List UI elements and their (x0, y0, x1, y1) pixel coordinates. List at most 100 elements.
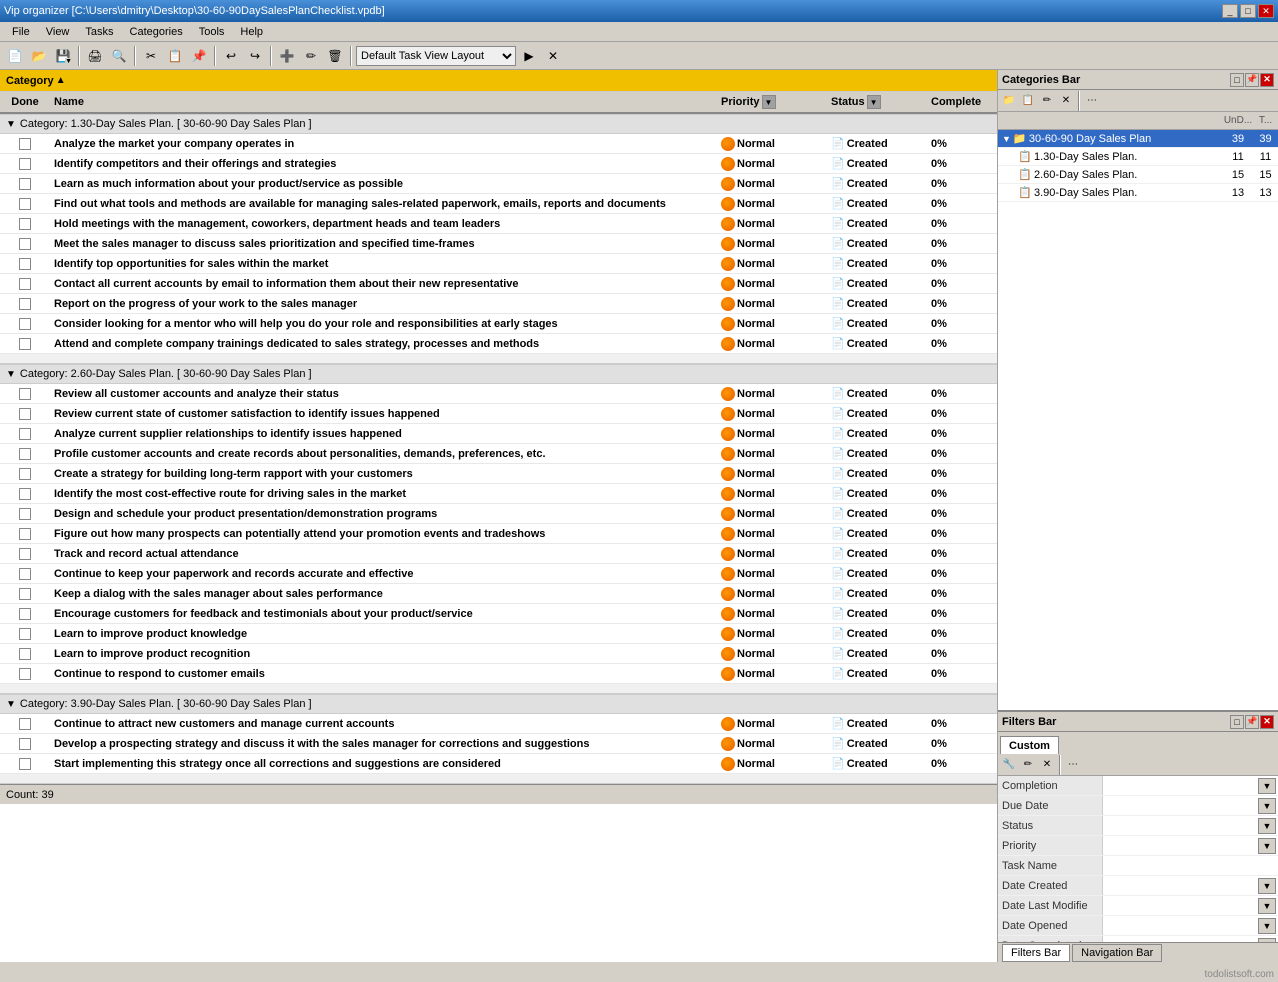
status-icon: 📄 (831, 627, 845, 640)
task-checkbox[interactable] (19, 258, 31, 270)
tb-paste-button[interactable]: 📌 (188, 45, 210, 67)
tb-edittask-button[interactable]: ✏ (300, 45, 322, 67)
cat-tb-add[interactable]: 📁 (1000, 92, 1018, 110)
layout-dropdown[interactable]: Default Task View Layout (356, 46, 516, 66)
menu-tasks[interactable]: Tasks (77, 24, 121, 40)
task-complete: 0% (927, 408, 997, 420)
expand-icon[interactable]: ▼ (6, 119, 16, 130)
minimize-button[interactable]: _ (1222, 4, 1238, 18)
cat-item[interactable]: 📋 2.60-Day Sales Plan. 15 15 (998, 166, 1278, 184)
task-checkbox[interactable] (19, 218, 31, 230)
task-checkbox[interactable] (19, 178, 31, 190)
tb-newtask-button[interactable]: ➕ (276, 45, 298, 67)
task-checkbox-cell (0, 278, 50, 290)
task-checkbox[interactable] (19, 758, 31, 770)
task-checkbox[interactable] (19, 388, 31, 400)
title-bar-controls[interactable]: _ □ ✕ (1222, 4, 1274, 18)
filter-dropdown-button[interactable]: ▼ (1258, 918, 1276, 934)
task-checkbox[interactable] (19, 448, 31, 460)
tb-cut-button[interactable]: ✂ (140, 45, 162, 67)
cat-item[interactable]: 📋 3.90-Day Sales Plan. 13 13 (998, 184, 1278, 202)
filter-dropdown-button[interactable]: ▼ (1258, 778, 1276, 794)
filter-tb-delete[interactable]: ✕ (1038, 756, 1056, 774)
task-complete: 0% (927, 198, 997, 210)
menu-tools[interactable]: Tools (191, 24, 233, 40)
task-checkbox[interactable] (19, 668, 31, 680)
task-checkbox[interactable] (19, 338, 31, 350)
expand-icon[interactable]: ▼ (1002, 134, 1011, 144)
task-checkbox[interactable] (19, 318, 31, 330)
tb-deletetask-button[interactable]: 🗑 (324, 45, 346, 67)
tb-layout-apply-button[interactable]: ▶ (518, 45, 540, 67)
cat-tb-edit[interactable]: ✏ (1038, 92, 1056, 110)
task-checkbox[interactable] (19, 488, 31, 500)
task-checkbox[interactable] (19, 608, 31, 620)
task-checkbox[interactable] (19, 508, 31, 520)
filter-bar-pin[interactable]: 📌 (1245, 715, 1259, 729)
task-checkbox[interactable] (19, 628, 31, 640)
filter-dropdown-button[interactable]: ▼ (1258, 838, 1276, 854)
cat-tb-more[interactable]: ⋯ (1083, 92, 1101, 110)
tb-redo-button[interactable]: ↪ (244, 45, 266, 67)
status-filter-dropdown[interactable]: ▼ (867, 95, 881, 109)
cat-bar-close[interactable]: ✕ (1260, 73, 1274, 87)
task-checkbox[interactable] (19, 138, 31, 150)
filters-bar-controls[interactable]: □ 📌 ✕ (1230, 715, 1274, 729)
task-checkbox[interactable] (19, 408, 31, 420)
filter-dropdown-button[interactable]: ▼ (1258, 898, 1276, 914)
task-checkbox[interactable] (19, 158, 31, 170)
expand-icon[interactable]: ▼ (6, 699, 16, 710)
maximize-button[interactable]: □ (1240, 4, 1256, 18)
task-checkbox[interactable] (19, 528, 31, 540)
task-checkbox[interactable] (19, 738, 31, 750)
task-checkbox[interactable] (19, 548, 31, 560)
tb-layout-delete-button[interactable]: ✕ (542, 45, 564, 67)
tb-save-button[interactable]: 💾 ▼ (52, 45, 74, 67)
filter-tb-new[interactable]: 🔧 (1000, 756, 1018, 774)
status-icon: 📄 (831, 507, 845, 520)
tb-print-button[interactable]: 🖨 (84, 45, 106, 67)
cat-item[interactable]: 📋 1.30-Day Sales Plan. 11 11 (998, 148, 1278, 166)
task-checkbox[interactable] (19, 198, 31, 210)
filter-dropdown-button[interactable]: ▼ (1258, 798, 1276, 814)
close-button[interactable]: ✕ (1258, 4, 1274, 18)
cat-bar-pin[interactable]: 📌 (1245, 73, 1259, 87)
filter-dropdown-button[interactable]: ▼ (1258, 878, 1276, 894)
menu-file[interactable]: File (4, 24, 38, 40)
cat-item[interactable]: ▼ 📁 30-60-90 Day Sales Plan 39 39 (998, 130, 1278, 148)
task-checkbox[interactable] (19, 428, 31, 440)
expand-icon[interactable]: ▼ (6, 369, 16, 380)
tb-open-button[interactable]: 📂 (28, 45, 50, 67)
menu-categories[interactable]: Categories (122, 24, 191, 40)
menu-view[interactable]: View (38, 24, 78, 40)
task-checkbox[interactable] (19, 278, 31, 290)
filter-dropdown-button[interactable]: ▼ (1258, 818, 1276, 834)
cat-tb-addchild[interactable]: 📋 (1019, 92, 1037, 110)
filter-bar-restore[interactable]: □ (1230, 715, 1244, 729)
task-checkbox[interactable] (19, 468, 31, 480)
bottom-tab-filters[interactable]: Filters Bar (1002, 944, 1070, 962)
filter-tb-more[interactable]: ⋯ (1064, 756, 1082, 774)
tb-copy-button[interactable]: 📋 (164, 45, 186, 67)
priority-filter-dropdown[interactable]: ▼ (762, 95, 776, 109)
cat-tb-delete[interactable]: ✕ (1057, 92, 1075, 110)
categories-bar-controls[interactable]: □ 📌 ✕ (1230, 73, 1274, 87)
menu-help[interactable]: Help (232, 24, 271, 40)
tb-undo-button[interactable]: ↩ (220, 45, 242, 67)
cat-bar-restore[interactable]: □ (1230, 73, 1244, 87)
task-checkbox[interactable] (19, 648, 31, 660)
task-checkbox[interactable] (19, 588, 31, 600)
col-header-name[interactable]: Name (50, 96, 717, 108)
filter-bar-close[interactable]: ✕ (1260, 715, 1274, 729)
bottom-tab-navigation[interactable]: Navigation Bar (1072, 944, 1162, 962)
task-checkbox[interactable] (19, 718, 31, 730)
tb-new-button[interactable]: 📄 (4, 45, 26, 67)
task-priority: Normal (717, 197, 827, 211)
filter-tab-custom[interactable]: Custom (1000, 736, 1059, 754)
task-checkbox[interactable] (19, 298, 31, 310)
sort-icon[interactable]: ▲ (56, 75, 66, 86)
task-checkbox[interactable] (19, 238, 31, 250)
filter-tb-edit[interactable]: ✏ (1019, 756, 1037, 774)
tb-preview-button[interactable]: 🔍 (108, 45, 130, 67)
task-checkbox[interactable] (19, 568, 31, 580)
